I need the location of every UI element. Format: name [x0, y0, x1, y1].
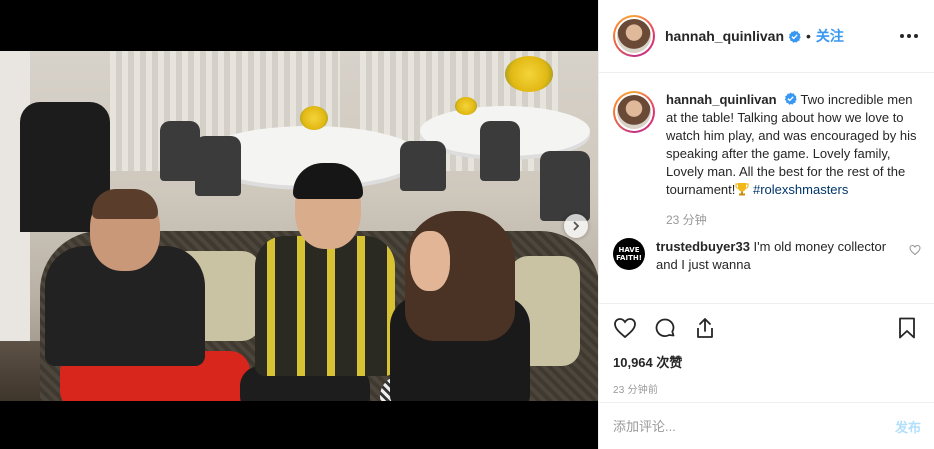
comment-heart-icon[interactable]	[909, 244, 921, 256]
avatar-image	[617, 95, 651, 129]
next-photo-button[interactable]	[564, 214, 588, 238]
follow-button[interactable]: 关注	[816, 26, 844, 46]
photo-person	[255, 236, 395, 376]
share-upload-icon[interactable]	[693, 315, 719, 341]
photo-chair	[480, 121, 520, 181]
caption: hannah_quinlivan Two incredible men at t…	[613, 91, 921, 199]
commenter-username[interactable]: trustedbuyer33	[656, 239, 750, 254]
caption-time: 23 分钟	[666, 213, 707, 227]
photo-pane	[0, 0, 598, 449]
comment-item: HAVE FAITH! trustedbuyer33 I'm old money…	[613, 238, 921, 274]
bookmark-icon[interactable]	[895, 315, 921, 341]
post-side-panel: hannah_quinlivan • 关注 hannah_quinlivan T…	[598, 0, 934, 449]
separator-dot: •	[806, 28, 811, 44]
avatar-image	[617, 19, 651, 53]
comment-bubble-icon[interactable]	[653, 315, 679, 341]
photo-chair	[195, 136, 241, 196]
author-username[interactable]: hannah_quinlivan	[665, 28, 784, 44]
post-header: hannah_quinlivan • 关注	[599, 0, 934, 73]
heart-outline-icon[interactable]	[613, 315, 639, 341]
photo-flowers	[505, 56, 553, 92]
author-avatar[interactable]	[613, 15, 655, 57]
photo-chair	[400, 141, 446, 191]
comment-input[interactable]	[613, 418, 895, 434]
post-photo[interactable]	[0, 51, 598, 401]
post-actions: 10,964 次赞 23 分钟前	[599, 303, 934, 396]
instagram-post-modal: hannah_quinlivan • 关注 hannah_quinlivan T…	[0, 0, 934, 449]
post-comment-button[interactable]: 发布	[895, 417, 921, 436]
action-icons-row	[613, 314, 921, 342]
likes-count[interactable]: 10,964 次赞	[613, 352, 921, 371]
photo-chair	[540, 151, 590, 221]
add-comment-bar: 发布	[599, 402, 934, 449]
verified-badge-icon	[788, 29, 801, 43]
commenter-avatar[interactable]: HAVE FAITH!	[613, 238, 645, 270]
photo-person	[92, 189, 158, 219]
caption-username[interactable]: hannah_quinlivan	[666, 92, 777, 107]
caption-text: hannah_quinlivan Two incredible men at t…	[666, 91, 918, 199]
comment-text: trustedbuyer33 I'm old money collector a…	[656, 238, 896, 274]
more-options-icon[interactable]	[897, 26, 921, 46]
comments-list[interactable]: hannah_quinlivan Two incredible men at t…	[599, 73, 934, 303]
photo-flowers	[300, 106, 328, 130]
hashtag-link[interactable]: #rolexshmasters	[753, 182, 848, 197]
photo-flowers	[455, 97, 477, 115]
trophy-icon	[735, 183, 749, 196]
photo-person	[410, 231, 450, 291]
posted-time: 23 分钟前	[613, 385, 659, 396]
photo-chair	[160, 121, 200, 181]
chevron-right-icon	[573, 221, 580, 231]
verified-badge-icon	[784, 92, 797, 105]
caption-avatar[interactable]	[613, 91, 655, 133]
